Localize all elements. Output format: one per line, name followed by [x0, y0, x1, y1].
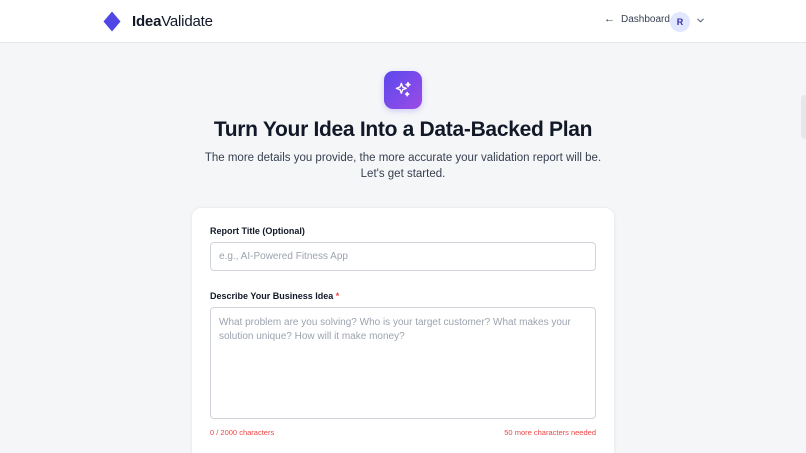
- brand-logo[interactable]: IdeaValidate: [103, 11, 213, 32]
- business-idea-label: Describe Your Business Idea *: [210, 291, 339, 301]
- brand-name-regular: Validate: [161, 13, 213, 30]
- arrow-left-icon: ←: [604, 13, 615, 25]
- top-nav-bar: IdeaValidate ← Dashboard R: [0, 0, 806, 43]
- brand-name: IdeaValidate: [132, 13, 213, 30]
- hero-badge: [384, 71, 422, 109]
- sparkles-icon: [395, 81, 411, 97]
- report-title-input[interactable]: [210, 242, 596, 271]
- user-avatar[interactable]: R: [670, 12, 690, 32]
- business-idea-textarea[interactable]: [210, 307, 596, 419]
- diamond-logo-icon: [103, 11, 121, 32]
- page-title: Turn Your Idea Into a Data-Backed Plan: [213, 118, 593, 141]
- required-marker: *: [335, 291, 340, 301]
- dashboard-link[interactable]: ← Dashboard: [604, 13, 670, 26]
- characters-needed-hint: 50 more characters needed: [504, 428, 596, 437]
- dashboard-link-label: Dashboard: [621, 14, 670, 25]
- business-idea-label-text: Describe Your Business Idea: [210, 291, 334, 301]
- brand-name-bold: Idea: [132, 13, 162, 30]
- report-title-label: Report Title (Optional): [210, 226, 305, 236]
- page-subtitle: The more details you provide, the more a…: [204, 152, 602, 180]
- chevron-down-icon[interactable]: [696, 16, 705, 25]
- character-count: 0 / 2000 characters: [210, 428, 275, 437]
